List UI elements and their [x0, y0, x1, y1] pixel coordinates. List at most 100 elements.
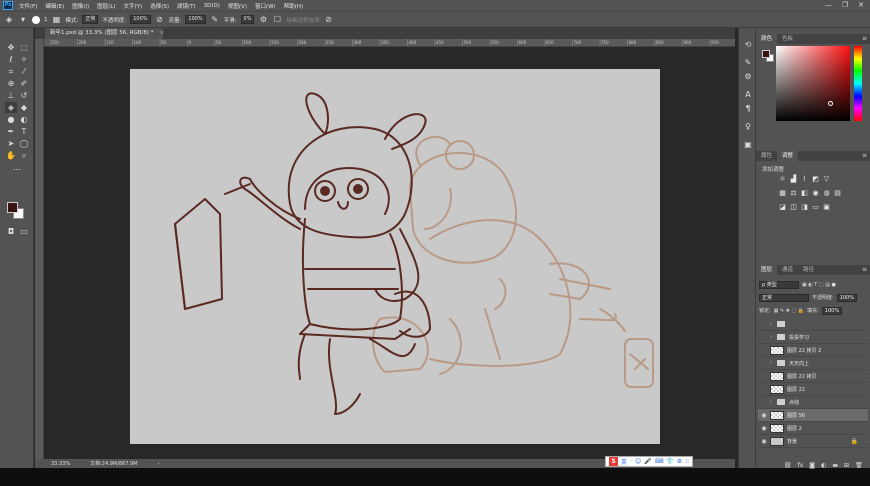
close-button[interactable]: ✕ [858, 0, 864, 11]
filter-icons[interactable]: ▣ ◐ T ⬚ ▤ ● [802, 282, 836, 288]
expand-caret-icon[interactable]: › [770, 321, 776, 327]
layer-row[interactable]: › 投投学习 [758, 331, 868, 344]
gradient-map-icon[interactable]: ▭ [811, 203, 820, 212]
document-canvas[interactable] [130, 69, 660, 444]
tab-layers[interactable]: 图层 [756, 265, 778, 275]
group-icon[interactable]: ▬ [832, 462, 838, 469]
brush-panel-icon[interactable]: ✎ [743, 58, 753, 68]
mode-select[interactable]: 正常 [82, 15, 99, 24]
link-icon[interactable]: ⛓ [784, 462, 792, 469]
learn-panel-icon[interactable]: ♀ [743, 122, 753, 132]
pen-tool-icon[interactable]: ✒ [5, 126, 17, 137]
pressure-opacity-icon[interactable]: ⊘ [155, 15, 165, 25]
hue-saturation-icon[interactable]: ▦ [778, 189, 787, 198]
hand-tool-icon[interactable]: ✋ [5, 150, 17, 161]
smoothing-field[interactable]: 0% [240, 15, 255, 24]
tab-color[interactable]: 颜色 [756, 34, 778, 44]
brush-settings-icon[interactable]: ▦ [52, 15, 62, 25]
brightness-icon[interactable]: ☼ [778, 175, 787, 184]
dodge-tool-icon[interactable]: ◐ [18, 114, 30, 125]
foreground-color-swatch[interactable] [7, 202, 18, 213]
layer-row[interactable]: › 天天向上 [758, 357, 868, 370]
layer-row[interactable]: 图层 22 拷贝 [758, 370, 868, 383]
adjust-menu-icon[interactable]: ≡ [862, 151, 867, 161]
character-panel-icon[interactable]: A [743, 90, 753, 100]
ime-punct-icon[interactable]: · [630, 458, 632, 465]
exposure-icon[interactable]: ◩ [811, 175, 820, 184]
menu-edit[interactable]: 编辑(E) [45, 2, 64, 10]
brush-preview[interactable] [32, 15, 40, 24]
posterize-icon[interactable]: ◫ [789, 203, 798, 212]
color-fg-swatch[interactable] [762, 50, 770, 58]
chevron-down-icon[interactable]: ▾ [18, 15, 28, 25]
ime-keyboard-icon[interactable]: ⌨ [655, 458, 664, 465]
levels-icon[interactable]: ▟ [789, 175, 798, 184]
artboard-tool-icon[interactable]: ⬚ [18, 42, 30, 53]
menu-file[interactable]: 文件(F) [19, 2, 37, 10]
tab-swatches[interactable]: 色板 [777, 34, 798, 44]
blend-mode-select[interactable]: 正常 [759, 293, 809, 302]
move-tool-icon[interactable]: ✥ [5, 42, 17, 53]
ime-settings-icon[interactable]: ⚙ [677, 458, 682, 465]
layer-row[interactable]: ◉ 图层 2 [758, 422, 868, 435]
layer-row[interactable]: › [758, 318, 868, 331]
tab-adjustments[interactable]: 调整 [777, 151, 799, 161]
close-tab-icon[interactable]: × [159, 30, 164, 36]
paint-bucket-icon[interactable]: ◆ [18, 102, 30, 113]
status-arrow-icon[interactable]: › [158, 461, 160, 467]
invert-icon[interactable]: ◪ [778, 203, 787, 212]
brush-settings-icon[interactable]: ⚙ [743, 72, 753, 82]
layer-row[interactable]: › 点线 [758, 396, 868, 409]
layer-row[interactable]: ◉ 图层 56 [758, 409, 868, 422]
minimize-button[interactable]: — [825, 0, 832, 11]
blur-tool-icon[interactable]: ● [5, 114, 17, 125]
photo-filter-icon[interactable]: ◉ [811, 189, 820, 198]
history-panel-icon[interactable]: ⟲ [743, 40, 753, 50]
new-layer-icon[interactable]: ⊞ [844, 462, 849, 469]
ime-emoji-icon[interactable]: ☺ [635, 458, 641, 465]
checkbox-icon[interactable]: ☐ [272, 15, 282, 25]
tab-paths[interactable]: 路径 [798, 265, 819, 275]
visibility-eye-icon[interactable]: ◉ [758, 425, 770, 432]
lasso-tool-icon[interactable]: ℓ [5, 54, 17, 65]
color-lookup-icon[interactable]: ▤ [833, 189, 842, 198]
menu-type[interactable]: 文字(Y) [124, 2, 143, 10]
brush-tool-icon[interactable]: ✐ [18, 78, 30, 89]
eraser-tool-preset-icon[interactable]: ◈ [4, 15, 14, 25]
screen-mode-icon[interactable]: ▭ [18, 226, 30, 237]
color-balance-icon[interactable]: ⚖ [789, 189, 798, 198]
panel-menu-icon[interactable]: ≡ [862, 34, 867, 44]
ime-voice-icon[interactable]: 🎤 [644, 458, 651, 465]
crop-tool-icon[interactable]: ⌗ [5, 66, 17, 77]
layer-row[interactable]: 图层 22 [758, 383, 868, 396]
opacity-field[interactable]: 100% [130, 15, 151, 24]
expand-caret-icon[interactable]: › [770, 334, 776, 340]
more-tools-icon[interactable]: … [11, 162, 23, 173]
fill-field[interactable]: 100% [821, 306, 843, 315]
ime-language[interactable]: 英 [621, 457, 627, 466]
quick-mask-icon[interactable]: ◘ [5, 226, 17, 237]
menu-filter[interactable]: 滤镜(T) [177, 2, 196, 10]
lock-icons[interactable]: ▦ ✎ ✥ ⬚ 🔒 [774, 308, 804, 314]
layer-row[interactable]: ◉ 背景 🔒 [758, 435, 868, 448]
curves-icon[interactable]: ⌇ [800, 175, 809, 184]
selective-color-icon[interactable]: ▣ [822, 203, 831, 212]
layer-filter-select[interactable]: ρ 类型 [759, 280, 799, 289]
menu-select[interactable]: 选择(S) [150, 2, 169, 10]
gear-icon[interactable]: ⚙ [258, 15, 268, 25]
menu-window[interactable]: 窗口(W) [255, 2, 276, 10]
menu-layer[interactable]: 图层(L) [97, 2, 115, 10]
layer-opacity-field[interactable]: 100% [836, 293, 857, 302]
vibrance-icon[interactable]: ▽ [822, 175, 831, 184]
fx-icon[interactable]: fx [798, 462, 804, 469]
visibility-eye-icon[interactable]: ◉ [758, 438, 770, 445]
clone-stamp-icon[interactable]: ⊥ [5, 90, 17, 101]
shape-tool-icon[interactable]: ◯ [18, 138, 30, 149]
adjustment-icon[interactable]: ◐ [821, 462, 826, 469]
pressure-size-icon[interactable]: ⊘ [324, 15, 334, 25]
sogou-logo[interactable]: S [609, 457, 618, 466]
ime-grid-icon[interactable]: ⁝⁝ [685, 458, 689, 465]
tab-properties[interactable]: 属性 [756, 151, 777, 161]
paragraph-panel-icon[interactable]: ¶ [743, 104, 753, 114]
black-white-icon[interactable]: ◧ [800, 189, 809, 198]
